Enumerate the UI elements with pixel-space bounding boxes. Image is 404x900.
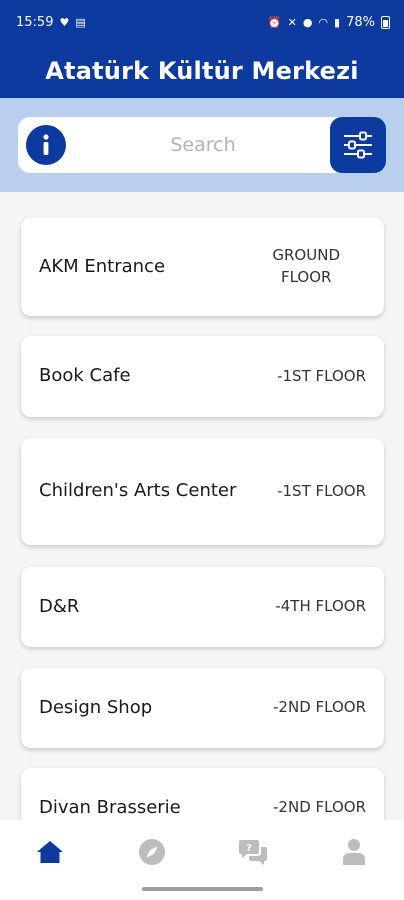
signal-icon: ▮: [334, 15, 341, 29]
list-item[interactable]: Children's Arts Center -1ST FLOOR: [21, 438, 384, 545]
svg-text:?: ?: [246, 843, 252, 854]
location-floor: -1ST FLOOR: [277, 481, 366, 500]
chat-help-icon: ?: [239, 840, 267, 865]
wifi-icon: ◠: [318, 15, 329, 29]
nav-profile[interactable]: [334, 834, 374, 870]
sliders-icon: [344, 131, 372, 159]
location-floor: -2ND FLOOR: [273, 798, 366, 817]
nav-home[interactable]: [30, 834, 70, 870]
info-icon: [43, 134, 49, 155]
status-bar: 15:59 ♥ ▤ ⏰ ✕ ● ◠ ▮ 78%: [0, 0, 404, 44]
location-name: Divan Brasserie: [39, 796, 181, 818]
status-left: 15:59 ♥ ▤: [16, 15, 86, 30]
list-item[interactable]: Book Cafe -1ST FLOOR: [21, 336, 384, 417]
location-name: Design Shop: [39, 696, 153, 718]
location-floor: -2ND FLOOR: [273, 698, 366, 717]
search-input[interactable]: [78, 117, 328, 173]
mute-icon: ✕: [287, 15, 297, 29]
search-bar: [18, 117, 386, 173]
info-button[interactable]: [26, 125, 66, 165]
message-notification-icon: ▤: [75, 15, 86, 29]
location-floor: -4TH FLOOR: [275, 597, 366, 616]
search-band: [0, 98, 404, 192]
app-header: Atatürk Kültür Merkezi: [0, 44, 404, 98]
battery-icon: [381, 15, 390, 29]
location-name: AKM Entrance: [39, 255, 166, 277]
list-item[interactable]: AKM Entrance GROUND FLOOR: [21, 218, 384, 316]
location-floor: GROUND FLOOR: [272, 246, 340, 286]
status-time: 15:59: [16, 14, 54, 30]
home-indicator[interactable]: [142, 887, 263, 891]
nav-help[interactable]: ?: [233, 834, 273, 870]
location-list[interactable]: AKM Entrance GROUND FLOOR Book Cafe -1ST…: [0, 192, 404, 820]
location-floor: -1ST FLOOR: [277, 366, 366, 385]
location-name: D&R: [39, 595, 80, 617]
status-right: ⏰ ✕ ● ◠ ▮ 78%: [268, 15, 390, 30]
compass-icon: [139, 839, 165, 865]
home-icon: [37, 841, 63, 863]
location-name: Children's Arts Center: [39, 480, 237, 502]
filter-button[interactable]: [330, 117, 386, 173]
location-name: Book Cafe: [39, 365, 131, 387]
location-icon: ●: [302, 15, 313, 29]
list-item[interactable]: Design Shop -2ND FLOOR: [21, 668, 384, 748]
list-item[interactable]: Divan Brasserie -2ND FLOOR: [21, 768, 384, 820]
list-item[interactable]: D&R -4TH FLOOR: [21, 567, 384, 647]
nav-explore[interactable]: [132, 834, 172, 870]
alarm-icon: ⏰: [267, 15, 282, 29]
page-title: Atatürk Kültür Merkezi: [45, 57, 359, 85]
heart-notification-icon: ♥: [59, 15, 70, 29]
battery-percent: 78%: [346, 14, 375, 30]
profile-icon: [343, 839, 365, 865]
